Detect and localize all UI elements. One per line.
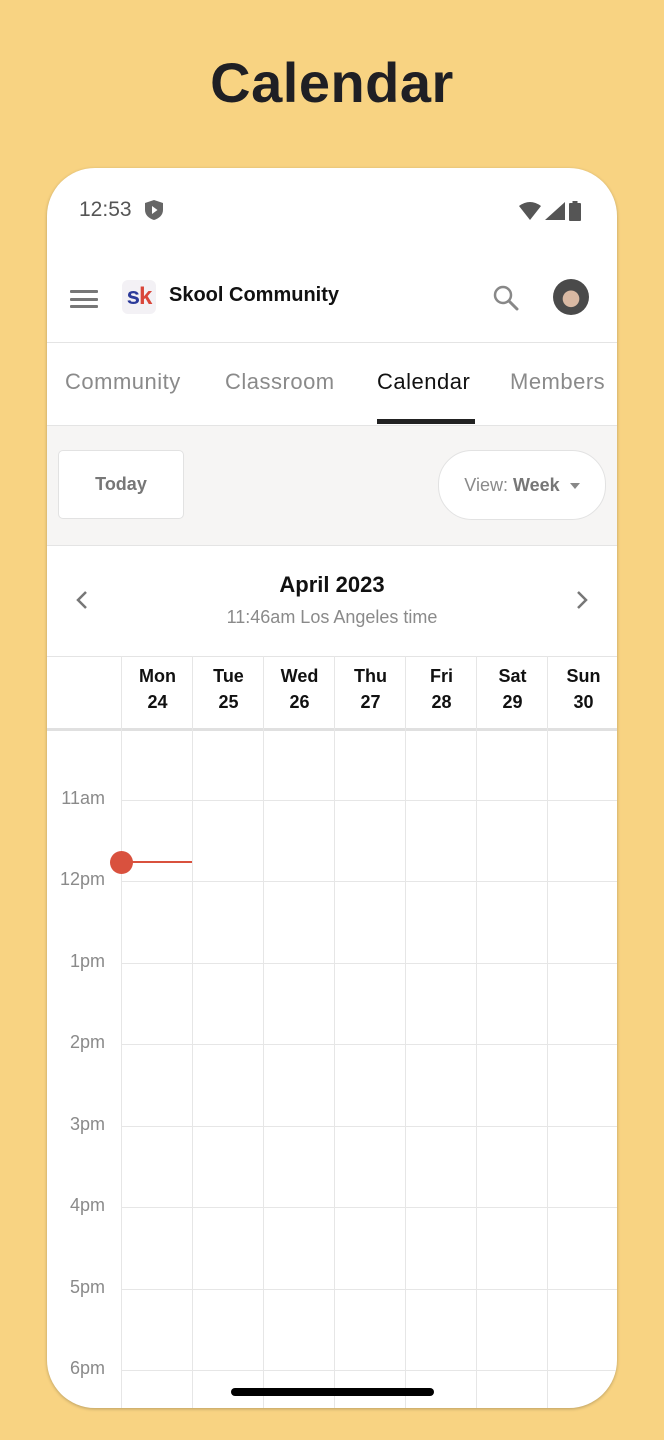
promo-title: Calendar bbox=[210, 51, 454, 114]
day-column-header[interactable]: Mon 24 bbox=[121, 656, 193, 728]
day-column-header[interactable]: Tue 25 bbox=[192, 656, 264, 728]
grid-column-line bbox=[476, 728, 477, 1408]
home-indicator[interactable] bbox=[231, 1388, 434, 1396]
month-title: April 2023 bbox=[279, 572, 385, 597]
community-name[interactable]: Skool Community bbox=[169, 284, 339, 307]
hour-label: 2pm bbox=[69, 1032, 105, 1052]
day-header: Mon 24 Tue 25 Wed 26 Thu 27 Fri 28 Sat 29 Sun 30 bbox=[47, 656, 617, 731]
day-date: 25 bbox=[218, 692, 239, 712]
grid-column-line bbox=[405, 728, 406, 1408]
chevron-right-icon[interactable] bbox=[575, 590, 589, 610]
day-column-header[interactable]: Sun 30 bbox=[547, 656, 617, 728]
hour-label: 4pm bbox=[69, 1195, 105, 1215]
local-time: 11:46am Los Angeles time bbox=[226, 607, 438, 627]
tab-community[interactable]: Community bbox=[65, 369, 181, 395]
day-name: Tue bbox=[213, 666, 244, 686]
grid-column-line bbox=[547, 728, 548, 1408]
hour-label: 3pm bbox=[69, 1113, 105, 1134]
view-select[interactable]: View: Week bbox=[438, 450, 606, 520]
status-icons bbox=[519, 201, 581, 221]
community-logo[interactable]: sk bbox=[122, 280, 156, 314]
shield-play-icon bbox=[145, 200, 163, 220]
day-date: 29 bbox=[502, 692, 523, 712]
wifi-icon bbox=[519, 202, 541, 220]
hour-line bbox=[121, 962, 617, 964]
hour-label: 11am bbox=[61, 787, 105, 808]
battery-icon bbox=[569, 201, 581, 221]
grid-column-line bbox=[192, 728, 193, 1408]
day-name: Mon bbox=[139, 666, 176, 686]
hour-label: 1pm bbox=[69, 950, 105, 971]
view-prefix: View: bbox=[464, 475, 508, 495]
view-value: Week bbox=[513, 475, 560, 495]
hour-line bbox=[121, 1288, 617, 1290]
hour-line bbox=[121, 881, 617, 882]
status-bar: 12:53 bbox=[47, 168, 617, 252]
hour-label: 5pm bbox=[69, 1276, 105, 1297]
week-grid[interactable]: 10am11am12pm1pm2pm3pm4pm5pm6pm bbox=[47, 728, 617, 1408]
day-name: Wed bbox=[280, 666, 319, 686]
calendar-toolbar: Today View: Week bbox=[47, 426, 617, 546]
day-date: 28 bbox=[431, 692, 452, 712]
hour-label: 6pm bbox=[69, 1358, 105, 1378]
hour-line bbox=[121, 1044, 617, 1045]
grid-column-line bbox=[263, 728, 264, 1408]
day-name: Thu bbox=[354, 666, 387, 686]
search-icon[interactable] bbox=[492, 284, 520, 312]
tab-calendar[interactable]: Calendar bbox=[377, 369, 470, 395]
app-bar: sk Skool Community bbox=[47, 252, 617, 343]
status-time: 12:53 bbox=[79, 198, 132, 221]
today-button[interactable]: Today bbox=[58, 450, 184, 519]
grid-column-line bbox=[334, 728, 335, 1408]
day-column-header[interactable]: Wed 26 bbox=[263, 656, 335, 728]
day-column-header[interactable]: Fri 28 bbox=[405, 656, 477, 728]
grid-column-line bbox=[121, 728, 122, 1408]
logo-letter-s: s bbox=[126, 283, 140, 310]
avatar[interactable] bbox=[553, 279, 589, 315]
hamburger-menu-icon[interactable] bbox=[70, 290, 98, 308]
day-date: 27 bbox=[360, 692, 381, 712]
tab-members[interactable]: Members bbox=[510, 369, 605, 395]
day-name: Fri bbox=[429, 666, 453, 686]
tab-bar: Community Classroom Calendar Members bbox=[47, 343, 617, 426]
month-header: April 2023 11:46am Los Angeles time bbox=[47, 546, 617, 657]
tab-classroom[interactable]: Classroom bbox=[225, 369, 335, 395]
day-date: 26 bbox=[289, 692, 310, 712]
hour-line bbox=[121, 1370, 617, 1371]
hour-line bbox=[121, 1207, 617, 1208]
day-name: Sat bbox=[498, 666, 527, 686]
hour-label: 12pm bbox=[59, 869, 105, 889]
day-column-header[interactable]: Sat 29 bbox=[476, 656, 548, 728]
hour-line bbox=[121, 1125, 617, 1127]
day-column-header[interactable]: Thu 27 bbox=[334, 656, 406, 728]
phone-frame: 12:53 sk Skool Community Community Class… bbox=[47, 168, 617, 1408]
active-tab-indicator bbox=[377, 419, 475, 424]
caret-down-icon bbox=[569, 483, 580, 490]
signal-icon bbox=[545, 202, 565, 220]
hour-line bbox=[121, 799, 617, 801]
logo-letter-k: k bbox=[139, 283, 152, 310]
day-date: 30 bbox=[573, 692, 594, 712]
day-name: Sun bbox=[566, 666, 601, 686]
current-time-line bbox=[121, 861, 192, 864]
day-date: 24 bbox=[147, 692, 168, 712]
